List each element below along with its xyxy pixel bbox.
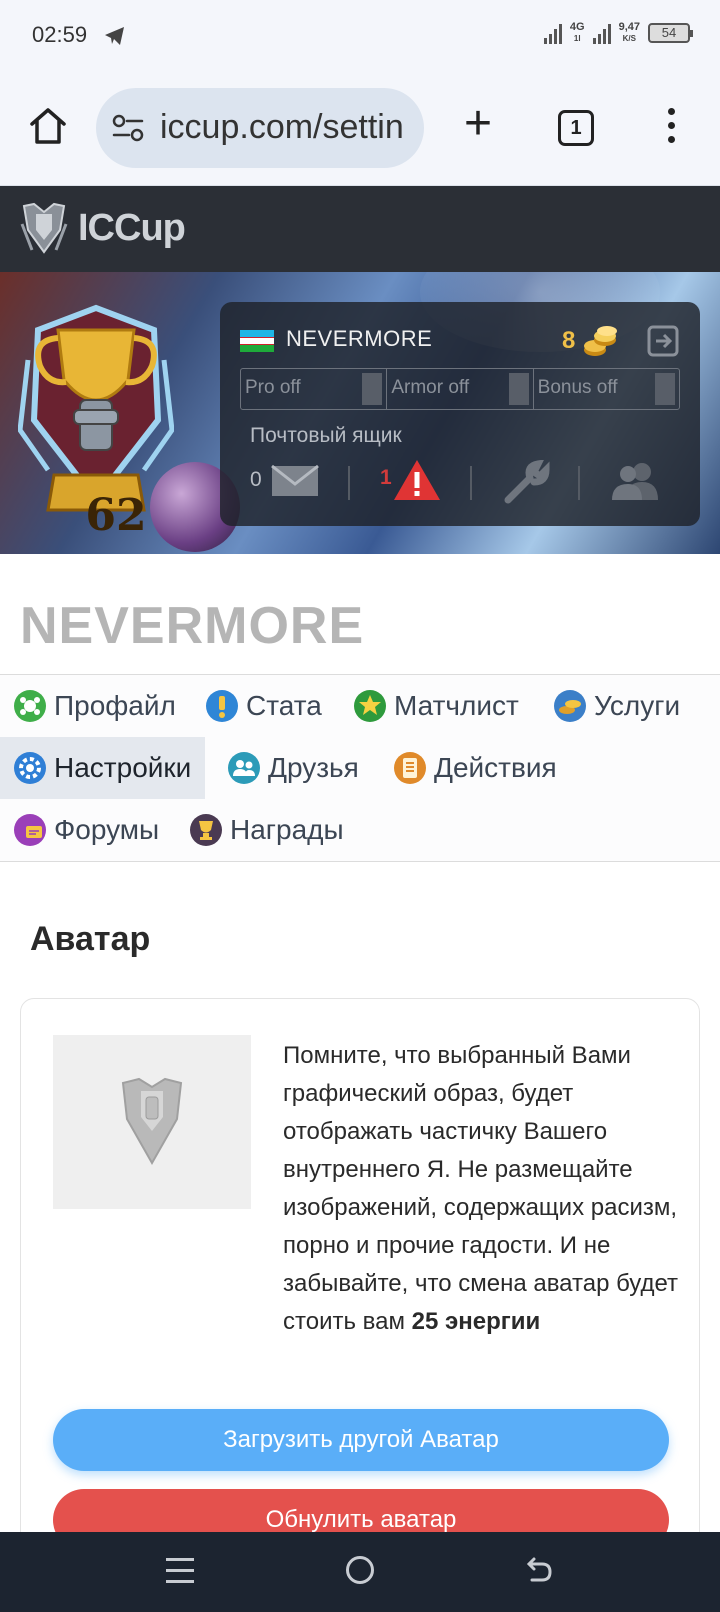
panel-icons-row: 0 1 — [250, 458, 680, 504]
avatar-card: Помните, что выбранный Вами графический … — [20, 998, 700, 1612]
toggle-group: Pro off Armor off Bonus off — [240, 368, 680, 410]
awards-icon — [190, 814, 222, 846]
page-title: NEVERMORE — [20, 597, 365, 655]
current-avatar — [53, 1035, 251, 1209]
site-logo[interactable]: ICCup — [18, 200, 186, 256]
battery-icon: 54 — [648, 23, 693, 43]
avatar-section-title: Аватар — [30, 920, 151, 958]
actions-icon — [394, 752, 426, 784]
mailbox-label[interactable]: Почтовый ящик — [250, 424, 402, 448]
nav-item-services[interactable]: Услуги — [540, 675, 694, 737]
network-indicator: 4G 1l — [569, 21, 585, 44]
network-speed: 9,47 K/S — [618, 21, 640, 44]
profile-banner: 62 NEVERMORE 8 Pro off Armor off Bonus o… — [0, 272, 720, 554]
mail-icon[interactable] — [270, 464, 320, 498]
panel-username[interactable]: NEVERMORE — [286, 326, 432, 352]
coins-count: 8 — [562, 327, 576, 354]
new-tab-button[interactable]: + — [456, 100, 500, 148]
nav-item-friends[interactable]: Друзья — [214, 737, 373, 799]
status-icons: 4G 1l 9,47 K/S 54 — [543, 21, 693, 44]
pro-toggle[interactable]: Pro off — [241, 369, 388, 409]
status-time: 02:59 — [32, 22, 88, 47]
mail-count: 0 — [250, 468, 262, 491]
stats-icon — [206, 690, 238, 722]
nav-item-actions[interactable]: Действия — [380, 737, 571, 799]
warning-icon[interactable] — [392, 458, 442, 502]
browser-menu-button[interactable] — [660, 108, 682, 148]
armor-toggle[interactable]: Armor off — [387, 369, 534, 409]
status-bar: 02:59 4G 1l 9,47 K/S 54 — [0, 0, 720, 72]
signal-icon-2 — [592, 22, 611, 44]
matchlist-icon — [354, 690, 386, 722]
rank-badge[interactable]: 62 — [17, 300, 175, 541]
upload-avatar-button[interactable]: Загрузить другой Аватар — [53, 1409, 669, 1471]
browser-toolbar: iccup.com/settin + 1 — [0, 72, 720, 186]
profile-nav: Профайл Стата Матчлист Услуги Настройки … — [0, 674, 720, 862]
forums-icon — [14, 814, 46, 846]
nav-item-forums[interactable]: Форумы — [0, 799, 173, 861]
nav-item-matchlist[interactable]: Матчлист — [340, 675, 533, 737]
bonus-toggle[interactable]: Bonus off — [534, 369, 679, 409]
coins-icon — [584, 326, 618, 356]
coins-balance[interactable]: 8 — [562, 324, 619, 358]
logout-button[interactable] — [646, 324, 680, 358]
flag-icon — [240, 330, 274, 352]
system-nav-bar — [0, 1532, 720, 1612]
user-panel: NEVERMORE 8 Pro off Armor off Bonus off … — [220, 302, 700, 526]
site-header: ICCup — [0, 186, 720, 272]
back-icon — [526, 1557, 552, 1582]
url-bar[interactable]: iccup.com/settin — [96, 88, 424, 168]
settings-icon — [14, 752, 46, 784]
iccup-logo-icon — [20, 202, 68, 254]
warning-count: 1 — [380, 466, 392, 489]
logout-icon — [647, 325, 679, 357]
system-home-button[interactable] — [346, 1556, 374, 1584]
wrench-icon[interactable] — [500, 460, 550, 504]
nav-item-profile[interactable]: Профайл — [0, 675, 190, 737]
default-avatar-icon — [121, 1077, 183, 1166]
friends-group-icon[interactable] — [606, 460, 666, 502]
home-icon — [30, 108, 66, 144]
tab-switcher-button[interactable]: 1 — [558, 110, 594, 146]
profile-icon — [14, 690, 46, 722]
logo-text: ICCup — [78, 206, 186, 249]
telegram-icon — [104, 26, 126, 51]
nav-item-stats[interactable]: Стата — [192, 675, 336, 737]
system-back-button[interactable] — [524, 1556, 554, 1591]
signal-icon — [543, 22, 562, 44]
url-text[interactable]: iccup.com/settin — [160, 108, 404, 147]
avatar-cost: 25 энергии — [411, 1308, 541, 1335]
site-settings-icon[interactable] — [112, 114, 144, 147]
level-number: 62 — [85, 490, 147, 541]
home-button[interactable] — [26, 104, 70, 148]
recent-apps-button[interactable] — [166, 1558, 194, 1591]
friends-icon — [228, 752, 260, 784]
nav-item-settings[interactable]: Настройки — [0, 737, 206, 799]
nav-item-awards[interactable]: Награды — [176, 799, 358, 861]
avatar-notice: Помните, что выбранный Вами графический … — [283, 1042, 679, 1335]
services-icon — [554, 690, 586, 722]
